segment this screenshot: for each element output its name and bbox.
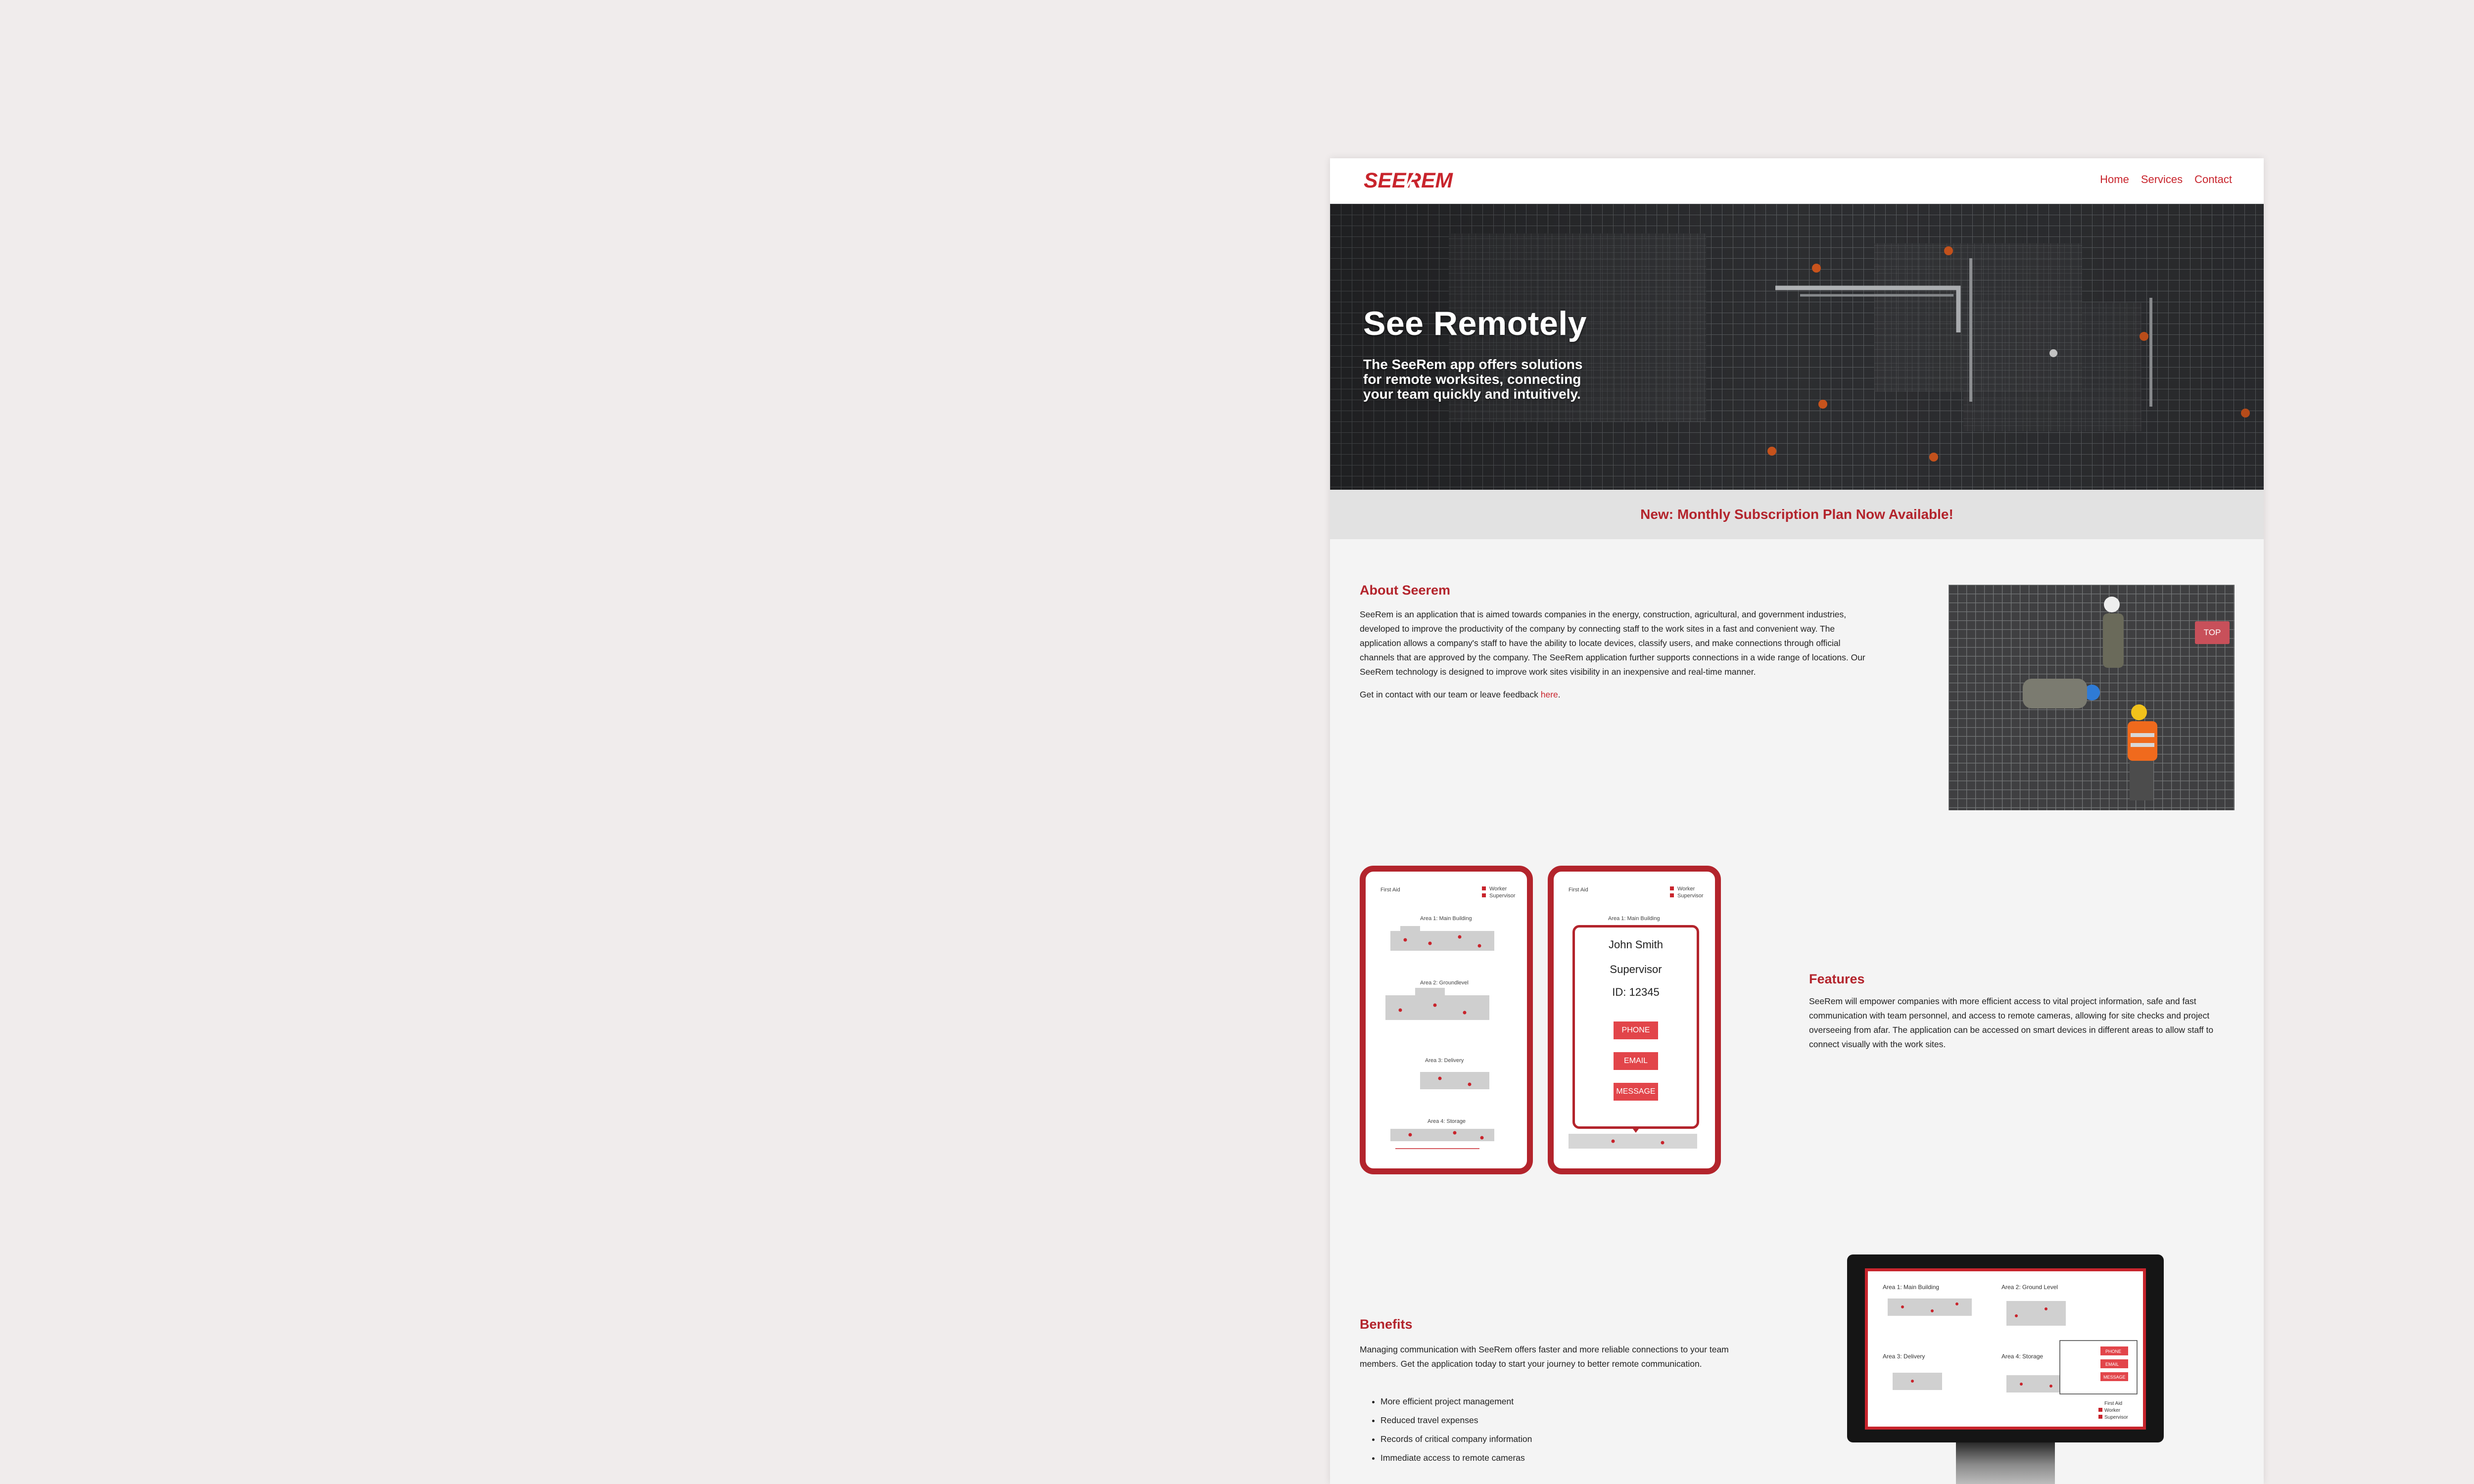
legend-worker: Worker (1489, 886, 1507, 892)
main-nav: Home Services Contact (2100, 173, 2232, 186)
area-3-label: Area 3: Delivery (1425, 1058, 1464, 1064)
monitor-area-2: Area 2: Ground Level (2001, 1284, 2058, 1291)
phone-mockup-contact: First Aid Worker Supervisor Area 1: Main… (1548, 866, 1721, 1174)
hero-section: See Remotely The SeeRem app offers solut… (1330, 204, 2264, 490)
benefits-body: Managing communication with SeeRem offer… (1360, 1345, 1729, 1369)
monitor-stand (1956, 1442, 2055, 1484)
monitor-map-screen: Area 1: Main Building Area 2: Ground Lev… (1883, 1284, 2138, 1420)
area-1-label-2: Area 1: Main Building (1608, 916, 1660, 922)
legend-supervisor: Supervisor (1489, 893, 1516, 899)
about-body: SeeRem is an application that is aimed t… (1360, 609, 1865, 677)
benefit-item: Reduced travel expenses (1380, 1411, 1727, 1430)
contact-prefix: Get in contact with our team or leave fe… (1360, 690, 1541, 699)
benefit-item: Immediate access to remote cameras (1380, 1448, 1727, 1467)
area-2-label: Area 2: Groundlevel (1420, 980, 1469, 986)
contact-role: Supervisor (1610, 963, 1662, 975)
contact-suffix: . (1558, 690, 1561, 699)
phone-map-screen: First Aid Worker Supervisor Area 1: Main… (1380, 886, 1516, 1149)
email-button[interactable]: EMAIL (1614, 1052, 1658, 1070)
seerem-logo[interactable]: SEEREM (1360, 168, 1469, 193)
monitor-message-button[interactable]: MESSAGE (2103, 1375, 2126, 1380)
message-button[interactable]: MESSAGE (1614, 1083, 1658, 1101)
monitor-frame: Area 1: Main Building Area 2: Ground Lev… (1847, 1254, 2164, 1442)
features-title: Features (1809, 972, 1865, 986)
workers-photo-image (1949, 585, 2235, 810)
benefit-item: More efficient project management (1380, 1392, 1727, 1411)
monitor-area-4: Area 4: Storage (2001, 1353, 2043, 1360)
legend-worker-2: Worker (1677, 886, 1695, 892)
monitor-screen: Area 1: Main Building Area 2: Ground Lev… (1865, 1268, 2146, 1430)
legend-supervisor-2: Supervisor (1677, 893, 1704, 899)
promo-banner: New: Monthly Subscription Plan Now Avail… (1330, 490, 2264, 539)
contact-name: John Smith (1608, 938, 1664, 951)
site-header: SEEREM Home Services Contact (1330, 158, 2264, 204)
nav-contact[interactable]: Contact (2194, 173, 2232, 186)
legend-first-aid-2: First Aid (1569, 887, 1588, 893)
contact-card-popup: John Smith Supervisor ID: 12345 PHONE EM… (1572, 925, 1699, 1129)
monitor-legend-supervisor: Supervisor (2104, 1415, 2128, 1420)
monitor-email-button[interactable]: EMAIL (2105, 1362, 2119, 1367)
area-4-label: Area 4: Storage (1427, 1118, 1466, 1124)
hero-construction-photo (1330, 204, 2264, 490)
nav-services[interactable]: Services (2141, 173, 2183, 186)
website-mockup: SEEREM Home Services Contact See Remotel… (1330, 158, 2264, 1484)
about-contact-line: Get in contact with our team or leave fe… (1360, 688, 1706, 702)
benefits-list: More efficient project management Reduce… (1371, 1392, 1727, 1467)
promo-banner-text: New: Monthly Subscription Plan Now Avail… (1640, 507, 1953, 522)
monitor-legend-worker: Worker (2104, 1408, 2121, 1413)
logo-text: SEEREM (1364, 169, 1453, 192)
monitor-area-1: Area 1: Main Building (1883, 1284, 1939, 1291)
monitor-legend-first-aid: First Aid (2104, 1401, 2122, 1406)
features-body: SeeRem will empower companies with more … (1809, 996, 2214, 1049)
phone-mockup-map: First Aid Worker Supervisor Area 1: Main… (1360, 866, 1533, 1174)
monitor-phone-button[interactable]: PHONE (2105, 1349, 2121, 1354)
benefits-title: Benefits (1360, 1317, 1413, 1332)
legend-first-aid: First Aid (1380, 887, 1400, 893)
contact-id: ID: 12345 (1612, 986, 1660, 998)
nav-home[interactable]: Home (2100, 173, 2129, 186)
monitor-area-3: Area 3: Delivery (1883, 1353, 1925, 1360)
feedback-link[interactable]: here (1541, 690, 1558, 699)
desktop-monitor-mockup: Area 1: Main Building Area 2: Ground Lev… (1847, 1254, 2164, 1484)
benefit-item: Records of critical company information (1380, 1430, 1727, 1448)
hero-subtitle: The SeeRem app offers solutions for remo… (1363, 357, 1583, 402)
area-1-label: Area 1: Main Building (1420, 916, 1472, 922)
phone-button[interactable]: PHONE (1614, 1021, 1658, 1039)
hero-title: See Remotely (1363, 305, 1587, 342)
workers-photo (1949, 585, 2235, 810)
about-title: About Seerem (1360, 583, 1451, 598)
back-to-top-button[interactable]: TOP (2195, 621, 2230, 644)
